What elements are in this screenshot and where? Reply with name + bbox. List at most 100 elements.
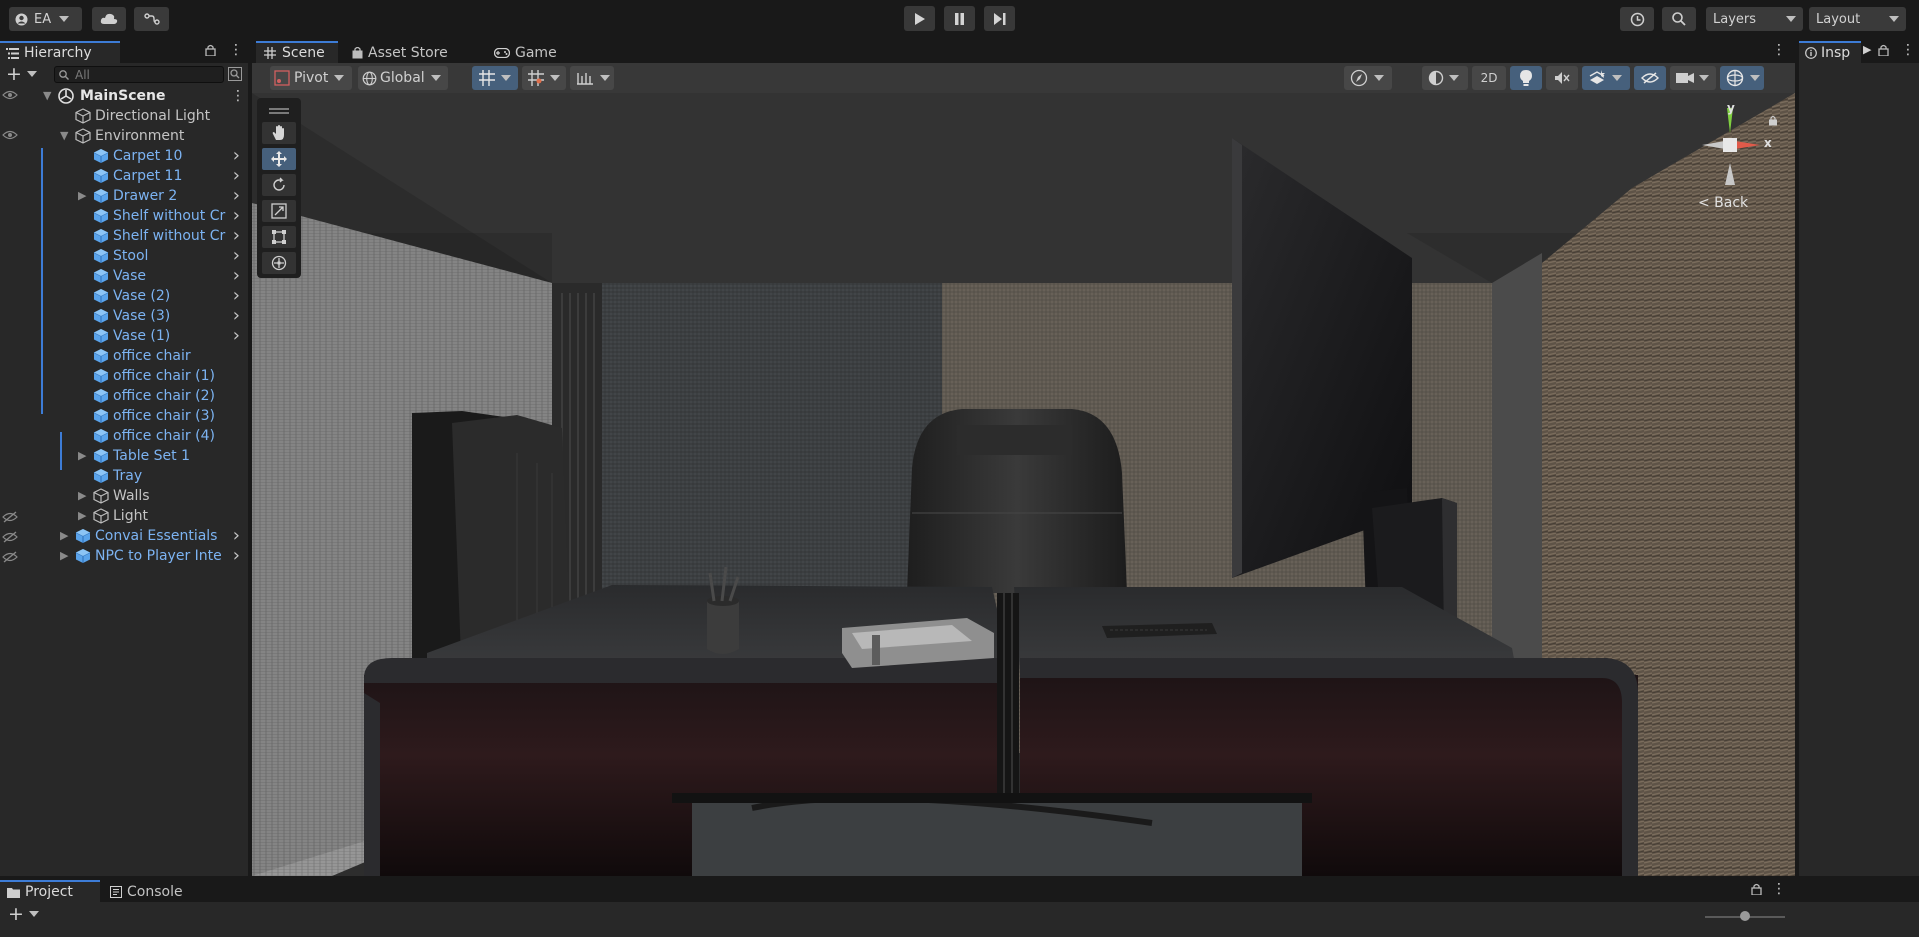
audio-toggle[interactable] [1546,66,1578,90]
hierarchy-item[interactable]: office chair (3) [0,406,248,426]
fold-closed-icon[interactable]: ▶ [78,446,86,466]
fold-closed-icon[interactable]: ▶ [78,186,86,206]
scene-root-row[interactable]: ▼ MainScene ⋮ [0,86,248,106]
chevron-right-icon[interactable]: ▶ [1863,43,1871,56]
scene-viewport[interactable]: y x < Back [252,93,1795,876]
hierarchy-item[interactable]: Vase (3) › [0,306,248,326]
tab-scene[interactable]: Scene [256,41,338,63]
transform-tool-button[interactable] [262,252,296,274]
hand-tool-button[interactable] [262,122,296,144]
increment-snap-button[interactable] [522,66,566,90]
hierarchy-item[interactable]: ▼ Environment [0,126,248,146]
scene-search-icon[interactable] [228,67,242,81]
tab-console[interactable]: Console [110,880,200,902]
hierarchy-item[interactable]: office chair (2) [0,386,248,406]
hierarchy-item[interactable]: Vase (1) › [0,326,248,346]
history-button[interactable] [1620,7,1654,31]
hierarchy-item[interactable]: Directional Light [0,106,248,126]
camera-dropdown[interactable] [1670,66,1716,90]
hierarchy-item[interactable]: Shelf without Cr › [0,226,248,246]
shading-mode-dropdown[interactable] [1422,66,1468,90]
hierarchy-item[interactable]: office chair (1) [0,366,248,386]
rect-tool-button[interactable] [262,226,296,248]
layout-dropdown[interactable]: Layout [1809,7,1906,31]
pivot-dropdown[interactable]: Pivot [270,66,352,90]
version-control-button[interactable] [134,7,169,31]
play-button[interactable] [904,6,935,31]
hierarchy-item[interactable]: ▶ Light [0,506,248,526]
prefab-open-chevron-icon[interactable]: › [233,146,240,166]
tab-inspector[interactable]: Insp [1799,41,1861,63]
global-dropdown[interactable]: Global [358,66,448,90]
rotate-tool-button[interactable] [262,174,296,196]
tab-hierarchy[interactable]: Hierarchy [0,41,120,63]
prefab-open-chevron-icon[interactable]: › [233,246,240,266]
hierarchy-item[interactable]: Carpet 10 › [0,146,248,166]
hierarchy-item[interactable]: Shelf without Cr › [0,206,248,226]
prefab-open-chevron-icon[interactable]: › [233,226,240,246]
prefab-open-chevron-icon[interactable]: › [233,266,240,286]
prefab-open-chevron-icon[interactable]: › [233,186,240,206]
account-dropdown[interactable]: EA [9,7,82,31]
hierarchy-item[interactable]: office chair [0,346,248,366]
kebab-menu-icon[interactable]: ⋮ [231,86,245,106]
prefab-open-chevron-icon[interactable]: › [233,326,240,346]
prefab-open-chevron-icon[interactable]: › [233,166,240,186]
hierarchy-item[interactable]: ▶ Table Set 1 [0,446,248,466]
fold-open-icon[interactable]: ▼ [43,86,51,106]
lighting-toggle[interactable] [1510,66,1542,90]
kebab-menu-icon[interactable]: ⋮ [1772,881,1786,897]
fold-closed-icon[interactable]: ▶ [78,486,86,506]
slider-thumb[interactable] [1740,911,1750,921]
kebab-menu-icon[interactable]: ⋮ [1772,42,1786,58]
layers-dropdown[interactable]: Layers [1706,7,1803,31]
draw-mode-dropdown[interactable] [1344,66,1392,90]
lock-icon[interactable] [1768,115,1778,126]
hierarchy-item[interactable]: ▶ NPC to Player Inte › [0,546,248,566]
gizmos-dropdown[interactable] [1720,66,1764,90]
lock-icon[interactable] [1878,44,1889,56]
drag-handle[interactable] [269,108,289,110]
2d-toggle[interactable]: 2D [1472,66,1506,90]
tab-project[interactable]: Project [0,880,100,902]
grid-snap-button[interactable] [472,66,518,90]
hierarchy-item[interactable]: Carpet 11 › [0,166,248,186]
fold-open-icon[interactable]: ▼ [60,126,68,146]
hierarchy-item[interactable]: Stool › [0,246,248,266]
prefab-open-chevron-icon[interactable]: › [233,546,240,566]
lock-icon[interactable] [1751,883,1762,895]
hierarchy-item[interactable]: office chair (4) [0,426,248,446]
fold-closed-icon[interactable]: ▶ [60,526,68,546]
search-button[interactable] [1662,7,1696,31]
gizmo-back-label[interactable]: < Back [1698,195,1748,211]
create-dropdown[interactable]: + [8,905,42,924]
kebab-menu-icon[interactable]: ⋮ [229,43,243,57]
lock-icon[interactable] [205,44,216,56]
hierarchy-item[interactable]: Vase (2) › [0,286,248,306]
effects-dropdown[interactable] [1582,66,1630,90]
hierarchy-item[interactable]: Tray [0,466,248,486]
scene-visibility-toggle[interactable] [1634,66,1666,90]
step-button[interactable] [984,6,1015,31]
prefab-open-chevron-icon[interactable]: › [233,306,240,326]
orientation-gizmo[interactable]: y x < Back [1682,101,1782,213]
ruler-button[interactable] [570,66,614,90]
hierarchy-item[interactable]: Vase › [0,266,248,286]
fold-closed-icon[interactable]: ▶ [78,506,86,526]
fold-closed-icon[interactable]: ▶ [60,546,68,566]
prefab-open-chevron-icon[interactable]: › [233,206,240,226]
search-input[interactable]: All [54,66,224,83]
tab-game[interactable]: Game [494,41,574,63]
prefab-open-chevron-icon[interactable]: › [233,526,240,546]
tab-asset-store[interactable]: Asset Store [352,41,462,63]
prefab-open-chevron-icon[interactable]: › [233,286,240,306]
hierarchy-item[interactable]: ▶ Walls [0,486,248,506]
kebab-menu-icon[interactable]: ⋮ [1901,42,1915,58]
create-dropdown[interactable]: + [6,65,40,84]
hierarchy-item[interactable]: ▶ Drawer 2 › [0,186,248,206]
hierarchy-item[interactable]: ▶ Convai Essentials › [0,526,248,546]
scale-tool-button[interactable] [262,200,296,222]
pause-button[interactable] [944,6,975,31]
move-tool-button[interactable] [262,148,296,170]
cloud-button[interactable] [92,7,126,31]
